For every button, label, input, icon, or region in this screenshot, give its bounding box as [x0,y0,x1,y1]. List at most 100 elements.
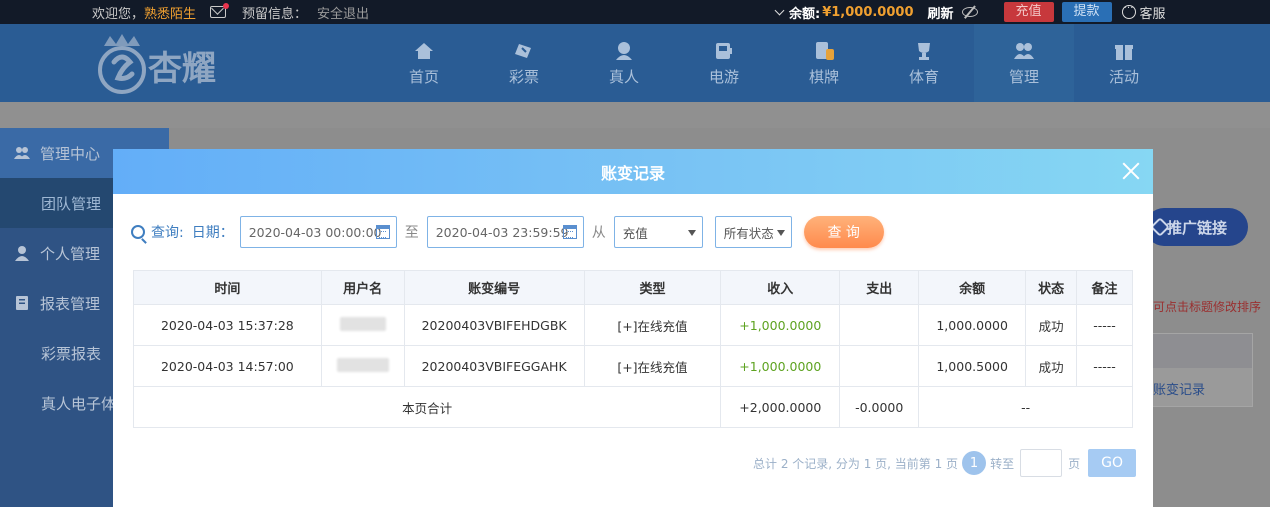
sidebar-item-label: 管理中心 [40,144,101,163]
goto-page-input[interactable] [1020,449,1063,477]
table-row: 2020-04-03 14:57:00 20200403VBIFEGGAHK [… [133,345,1133,387]
cell-remark: ----- [1076,345,1133,387]
refresh-button[interactable]: 刷新 [928,3,954,22]
summary-label: 本页合计 [132,386,722,428]
chevron-down-icon[interactable] [774,5,785,15]
from-label: 从 [591,225,606,241]
cell-expense [839,304,920,346]
sidebar-item-label: 报表管理 [40,294,101,313]
notice-label: 预留信息： [242,6,308,22]
cell-username [320,345,405,387]
col-username[interactable]: 用户名 [320,270,405,305]
customer-service-label: 客服 [1139,6,1166,22]
customer-service-button[interactable]: 客服 [1121,0,1166,22]
user-nickname[interactable]: 熟悉陌生 [144,3,196,22]
cell-status: 成功 [1025,345,1078,387]
nav-home[interactable]: 首页 [374,24,474,102]
nav-label: 活动 [1108,67,1139,86]
page-unit-label: 页 [1068,456,1081,471]
sidebar-item-label: 个人管理 [40,244,101,263]
home-icon [415,42,433,59]
report-icon [16,296,28,310]
cell-income: +1,000.0000 [720,345,841,387]
query-button[interactable]: 查 询 [803,216,884,248]
brand-logo[interactable]: 杏耀 [92,32,242,94]
date-label: 日期： [191,225,234,241]
cell-balance: 1,000.5000 [918,345,1027,387]
query-bar: 查询: 日期： 2020-04-03 00:00:00 至 2020-04-03… [131,216,884,248]
users-icon [14,147,30,159]
table-header-row: 时间 用户名 账变编号 类型 收入 支出 余额 状态 备注 [133,270,1133,305]
nav-label: 首页 [408,67,439,86]
top-bar-left: 欢迎您， 熟悉陌生 预留信息： 安全退出 [92,0,369,24]
sidebar-item-label: 真人电子体 [41,394,117,413]
record-link[interactable]: 账变记录 [1153,379,1205,398]
withdraw-button[interactable]: 提款 [1061,2,1112,22]
transaction-records-modal: 账变记录 查询: 日期： 2020-04-03 00:00:00 至 2020-… [113,149,1153,507]
nav-lottery[interactable]: 彩票 [474,24,574,102]
query-label: 查询: [151,225,184,241]
nav-promotions[interactable]: 活动 [1074,24,1174,102]
go-button[interactable]: GO [1088,449,1137,477]
goto-label: 转至 [990,456,1015,471]
pagination: 总计 2 个记录, 分为 1 页, 当前第 1 页 1 转至 页 GO [753,449,1137,477]
page-number-current[interactable]: 1 [962,451,987,475]
logout-link[interactable]: 安全退出 [317,3,369,22]
nav-cards[interactable]: 棋牌 [774,24,874,102]
hide-balance-icon[interactable] [961,7,978,17]
recharge-button[interactable]: 充值 [1003,2,1054,22]
close-icon[interactable] [1121,161,1141,181]
sidebar-item-label: 彩票报表 [41,344,102,363]
end-date-input[interactable]: 2020-04-03 23:59:59 [426,216,584,248]
start-date-input[interactable]: 2020-04-03 00:00:00 [239,216,397,248]
search-icon [131,225,145,239]
nav-live[interactable]: 真人 [574,24,674,102]
nav-sports[interactable]: 体育 [874,24,974,102]
slot-icon [716,42,732,59]
lottery-icon [515,43,531,58]
cell-status: 成功 [1025,304,1078,346]
status-select[interactable]: 所有状态 [714,216,792,248]
main-nav: 首页 彩票 真人 电游 棋牌 体育 管理 活动 [374,24,1174,102]
col-status[interactable]: 状态 [1025,270,1078,305]
cell-order-no: 20200403VBIFEGGAHK [403,345,585,387]
cell-order-no: 20200403VBIFEHDGBK [403,304,585,346]
nav-label: 管理 [1008,67,1039,86]
col-type[interactable]: 类型 [583,270,722,305]
live-dealer-icon [616,41,632,60]
calendar-icon[interactable] [375,225,390,239]
table-row: 2020-04-03 15:37:28 20200403VBIFEHDGBK [… [133,304,1133,346]
modal-header: 账变记录 [113,149,1153,194]
promo-link-button[interactable]: 推广链接 [1145,208,1248,246]
cards-icon [816,41,834,60]
nav-label: 体育 [908,67,939,86]
col-balance[interactable]: 余额 [918,270,1027,305]
sort-hint-text: 可点击标题修改排序 [1153,300,1262,314]
col-expense[interactable]: 支出 [839,270,920,305]
col-remark[interactable]: 备注 [1076,270,1133,305]
cell-remark: ----- [1076,304,1133,346]
modal-title: 账变记录 [600,163,665,183]
mail-icon[interactable] [210,3,230,18]
col-income[interactable]: 收入 [720,270,841,305]
top-bar: 欢迎您， 熟悉陌生 预留信息： 安全退出 余额: ¥1,000.0000 刷新 … [0,0,1270,24]
col-time[interactable]: 时间 [133,270,322,305]
cell-username [320,304,405,346]
caret-down-icon [687,230,696,236]
col-order-no[interactable]: 账变编号 [403,270,585,305]
type-select[interactable]: 充值 [613,216,703,248]
gift-icon [1115,44,1133,60]
pager-info: 总计 2 个记录, 分为 1 页, 当前第 1 页 [753,456,959,471]
background-table-header [1149,334,1252,368]
nav-manage[interactable]: 管理 [974,24,1074,102]
end-date-value: 2020-04-03 23:59:59 [435,224,569,240]
balance-label: 余额: [789,6,821,22]
nav-slots[interactable]: 电游 [674,24,774,102]
calendar-icon[interactable] [562,225,577,239]
to-label: 至 [404,225,419,241]
caret-down-icon [776,230,785,236]
user-icon [15,246,29,261]
header-shadow-strip [0,102,1270,128]
nav-label: 彩票 [508,67,539,86]
cell-balance: 1,000.0000 [918,304,1027,346]
